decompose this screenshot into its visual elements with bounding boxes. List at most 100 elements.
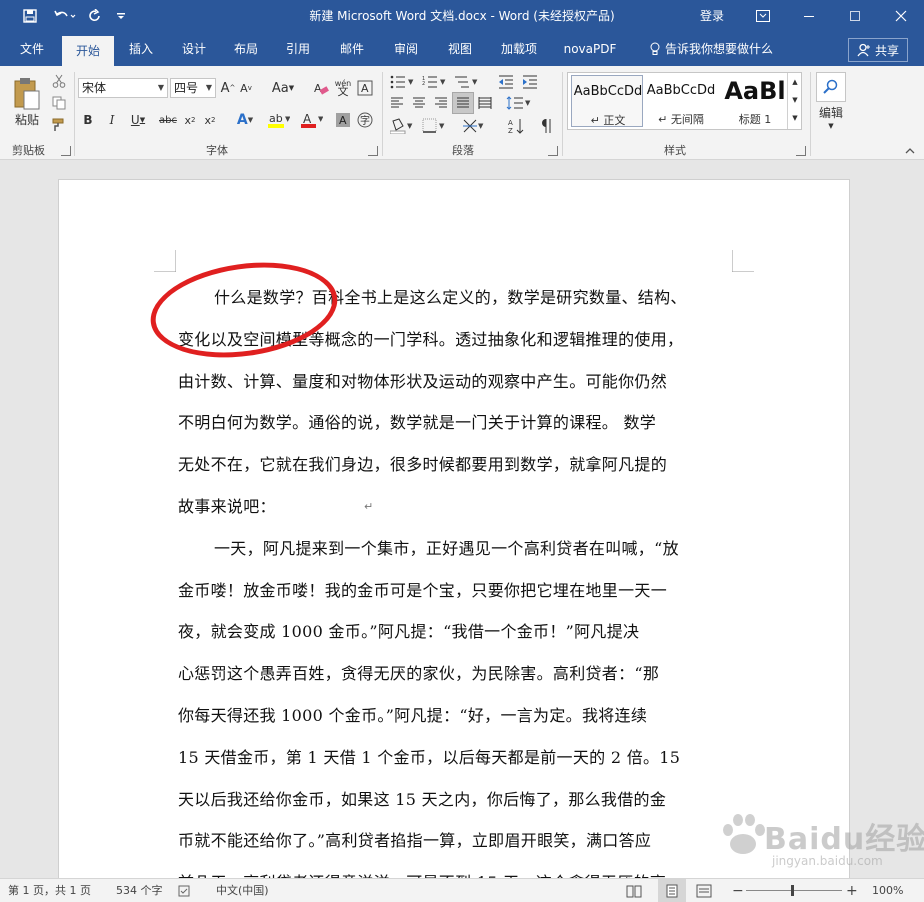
paste-button[interactable]: 粘贴: [8, 72, 46, 132]
align-left-icon[interactable]: [388, 94, 406, 112]
shading-icon[interactable]: ▼: [388, 116, 416, 136]
chevron-down-icon: ▼: [205, 83, 212, 92]
collapse-ribbon-icon[interactable]: [902, 144, 918, 158]
underline-button[interactable]: U ▼: [126, 110, 150, 130]
redo-icon[interactable]: [84, 0, 106, 32]
line-spacing-icon[interactable]: ▼: [504, 94, 534, 112]
customize-qat-icon[interactable]: [112, 0, 130, 32]
text-effects-icon[interactable]: A ▼: [232, 110, 258, 130]
style-normal[interactable]: AaBbCcDd ↵ 正文: [571, 75, 643, 127]
cut-icon[interactable]: [50, 72, 68, 90]
format-painter-icon[interactable]: [50, 116, 68, 134]
clipboard-launcher-icon[interactable]: [61, 146, 71, 156]
save-icon[interactable]: [18, 0, 42, 32]
editing-label[interactable]: 编辑: [816, 104, 846, 120]
tab-references[interactable]: 引用: [274, 32, 322, 66]
font-launcher-icon[interactable]: [368, 146, 378, 156]
language-indicator[interactable]: 中文(中国): [216, 879, 269, 902]
styles-scroll-down-icon[interactable]: ▼: [788, 91, 802, 109]
strikethrough-button[interactable]: abc: [158, 110, 178, 130]
chinese-layout-icon[interactable]: ▼: [460, 116, 486, 136]
crop-mark-top-left: [154, 250, 176, 272]
tab-review[interactable]: 审阅: [382, 32, 430, 66]
group-divider: [810, 72, 811, 156]
font-name-combo[interactable]: 宋体 ▼: [78, 78, 168, 98]
justify-icon[interactable]: [452, 92, 474, 114]
char-border-icon[interactable]: A: [356, 78, 374, 98]
maximize-icon[interactable]: [832, 0, 878, 32]
styles-more-icon[interactable]: ▼: [788, 109, 802, 127]
tab-addins[interactable]: 加载项: [490, 32, 548, 66]
tab-home[interactable]: 开始: [62, 36, 114, 66]
style-heading-1[interactable]: AaBl 标题 1: [719, 75, 791, 127]
clipboard-group-label: 剪贴板: [12, 144, 45, 157]
text-line: 币就不能还给你了。”高利贷者掐指一算，立即眉开眼笑，满口答应: [178, 831, 652, 850]
char-shading-icon[interactable]: A: [334, 110, 352, 130]
superscript-button[interactable]: x2: [202, 110, 218, 130]
highlight-icon[interactable]: ab ▼: [264, 110, 294, 130]
borders-icon[interactable]: ▼: [420, 116, 448, 136]
italic-button[interactable]: I: [104, 110, 120, 130]
phonetic-guide-icon[interactable]: wén 文: [334, 78, 352, 98]
find-icon[interactable]: [816, 72, 846, 102]
share-button[interactable]: 共享: [848, 38, 908, 62]
text-line: 你每天得还我 1000 个金币。”阿凡提：“好，一言为定。我将连续: [178, 706, 648, 725]
tab-novapdf[interactable]: novaPDF: [554, 32, 626, 66]
show-marks-icon[interactable]: [536, 116, 556, 136]
zoom-out-icon[interactable]: −: [732, 879, 744, 902]
page-count[interactable]: 第 1 页，共 1 页: [8, 879, 91, 902]
distributed-icon[interactable]: [476, 94, 494, 112]
styles-launcher-icon[interactable]: [796, 146, 806, 156]
align-right-icon[interactable]: [432, 94, 450, 112]
group-divider: [562, 72, 563, 156]
multilevel-list-icon[interactable]: ▼: [452, 72, 480, 92]
align-center-icon[interactable]: [410, 94, 428, 112]
web-layout-icon[interactable]: [696, 879, 712, 902]
text-line: 不明白何为数学。通俗的说，数学就是一门关于计算的课程。 数学: [178, 413, 657, 432]
undo-icon[interactable]: [50, 0, 80, 32]
decrease-indent-icon[interactable]: [496, 72, 516, 92]
proofing-icon[interactable]: [178, 879, 192, 902]
zoom-in-icon[interactable]: +: [846, 879, 858, 902]
signin-link[interactable]: 登录: [700, 0, 724, 32]
zoom-slider-thumb[interactable]: [791, 885, 794, 896]
tell-me-box[interactable]: 告诉我你想要做什么: [636, 32, 786, 66]
tab-view[interactable]: 视图: [436, 32, 484, 66]
print-layout-icon[interactable]: [658, 879, 686, 902]
tell-me-text: 告诉我你想要做什么: [664, 42, 773, 56]
ribbon-tabs: 文件 开始 插入 设计 布局 引用 邮件 审阅 视图 加载项 novaPDF 告…: [0, 32, 924, 66]
ribbon-display-options-icon[interactable]: [740, 0, 786, 32]
bold-button[interactable]: B: [80, 110, 96, 130]
word-count[interactable]: 534 个字: [116, 879, 163, 902]
zoom-level[interactable]: 100%: [872, 879, 903, 902]
tab-design[interactable]: 设计: [170, 32, 218, 66]
numbering-icon[interactable]: 1 2 ▼: [420, 72, 448, 92]
read-mode-icon[interactable]: [626, 879, 642, 902]
increase-indent-icon[interactable]: [520, 72, 540, 92]
copy-icon[interactable]: [50, 94, 68, 112]
close-icon[interactable]: [878, 0, 924, 32]
paste-icon: [14, 77, 40, 109]
style-no-spacing[interactable]: AaBbCcDd ↵ 无间隔: [645, 75, 717, 127]
tab-insert[interactable]: 插入: [116, 32, 166, 66]
font-color-icon[interactable]: A ▼: [298, 110, 326, 130]
minimize-icon[interactable]: [786, 0, 832, 32]
shrink-font-icon[interactable]: Av: [238, 78, 254, 98]
font-size-combo[interactable]: 四号 ▼: [170, 78, 216, 98]
tab-mailings[interactable]: 邮件: [328, 32, 376, 66]
enclose-char-icon[interactable]: 字: [356, 110, 374, 130]
grow-font-icon[interactable]: A ^: [220, 78, 236, 98]
chevron-down-icon[interactable]: ▼: [824, 120, 838, 132]
sort-icon[interactable]: AZ: [506, 116, 528, 136]
group-divider: [382, 72, 383, 156]
zoom-slider-track[interactable]: [746, 890, 842, 891]
tab-layout[interactable]: 布局: [222, 32, 270, 66]
clear-formatting-icon[interactable]: A: [312, 78, 330, 98]
paragraph-launcher-icon[interactable]: [548, 146, 558, 156]
change-case-icon[interactable]: Aa ▼: [268, 78, 298, 98]
styles-scroll-up-icon[interactable]: ▲: [788, 73, 802, 91]
subscript-button[interactable]: x2: [182, 110, 198, 130]
svg-text:▼: ▼: [478, 122, 484, 130]
bullets-icon[interactable]: ▼: [388, 72, 416, 92]
tab-file[interactable]: 文件: [6, 32, 58, 66]
